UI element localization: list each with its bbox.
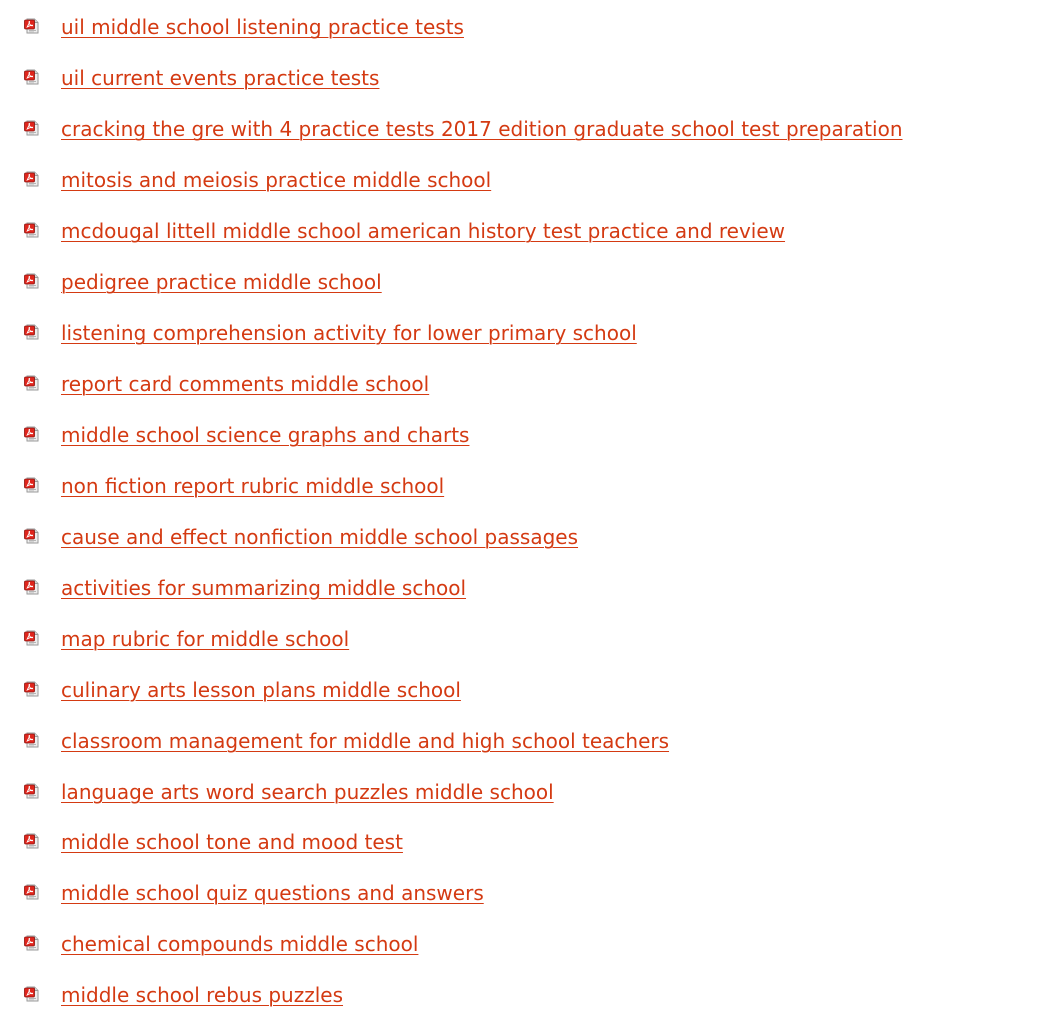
pdf-file-icon	[24, 986, 40, 1002]
pdf-file-icon	[24, 426, 40, 442]
pdf-file-icon	[24, 783, 40, 799]
list-item: uil current events practice tests	[24, 53, 1048, 104]
pdf-file-icon	[24, 884, 40, 900]
pdf-link[interactable]: middle school quiz questions and answers	[61, 881, 484, 905]
list-item: pedigree practice middle school	[24, 257, 1048, 308]
list-item: classroom management for middle and high…	[24, 715, 1048, 766]
pdf-file-icon	[24, 222, 40, 238]
pdf-file-icon	[24, 732, 40, 748]
pdf-link[interactable]: middle school rebus puzzles	[61, 983, 343, 1007]
pdf-link[interactable]: map rubric for middle school	[61, 627, 349, 651]
list-item: non fiction report rubric middle school	[24, 460, 1048, 511]
list-item: report card comments middle school	[24, 359, 1048, 410]
list-item: middle school tone and mood test	[24, 817, 1048, 868]
list-item: culinary arts lesson plans middle school	[24, 664, 1048, 715]
pdf-link[interactable]: uil middle school listening practice tes…	[61, 15, 464, 39]
pdf-file-icon	[24, 935, 40, 951]
pdf-file-icon	[24, 528, 40, 544]
pdf-file-icon	[24, 18, 40, 34]
list-item: activities for summarizing middle school	[24, 562, 1048, 613]
pdf-file-icon	[24, 273, 40, 289]
list-item: uil middle school listening practice tes…	[24, 2, 1048, 53]
list-item: mitosis and meiosis practice middle scho…	[24, 155, 1048, 206]
list-item: middle school quiz questions and answers	[24, 868, 1048, 919]
pdf-file-icon	[24, 171, 40, 187]
list-item: mcdougal littell middle school american …	[24, 206, 1048, 257]
pdf-link[interactable]: mitosis and meiosis practice middle scho…	[61, 168, 491, 192]
list-item: middle school science graphs and charts	[24, 410, 1048, 461]
pdf-file-icon	[24, 833, 40, 849]
pdf-file-icon	[24, 324, 40, 340]
pdf-file-icon	[24, 69, 40, 85]
pdf-link[interactable]: mcdougal littell middle school american …	[61, 219, 785, 243]
list-item: cause and effect nonfiction middle schoo…	[24, 511, 1048, 562]
list-item: map rubric for middle school	[24, 613, 1048, 664]
pdf-link[interactable]: chemical compounds middle school	[61, 932, 418, 956]
pdf-link[interactable]: classroom management for middle and high…	[61, 729, 669, 753]
pdf-file-icon	[24, 630, 40, 646]
list-item: chemical compounds middle school	[24, 919, 1048, 970]
pdf-link-list: uil middle school listening practice tes…	[24, 2, 1048, 1021]
pdf-file-icon	[24, 681, 40, 697]
pdf-link[interactable]: listening comprehension activity for low…	[61, 321, 637, 345]
list-item: language arts word search puzzles middle…	[24, 766, 1048, 817]
pdf-file-icon	[24, 120, 40, 136]
pdf-link[interactable]: middle school tone and mood test	[61, 830, 403, 854]
pdf-link[interactable]: middle school science graphs and charts	[61, 423, 469, 447]
pdf-link[interactable]: language arts word search puzzles middle…	[61, 780, 554, 804]
pdf-link[interactable]: pedigree practice middle school	[61, 270, 382, 294]
pdf-link[interactable]: culinary arts lesson plans middle school	[61, 678, 461, 702]
list-item: listening comprehension activity for low…	[24, 308, 1048, 359]
list-item: middle school rebus puzzles	[24, 970, 1048, 1021]
pdf-file-icon	[24, 375, 40, 391]
pdf-link[interactable]: cause and effect nonfiction middle schoo…	[61, 525, 578, 549]
pdf-link[interactable]: non fiction report rubric middle school	[61, 474, 444, 498]
pdf-link[interactable]: report card comments middle school	[61, 372, 429, 396]
pdf-file-icon	[24, 579, 40, 595]
list-item: cracking the gre with 4 practice tests 2…	[24, 104, 1048, 155]
pdf-file-icon	[24, 477, 40, 493]
pdf-link[interactable]: uil current events practice tests	[61, 66, 379, 90]
pdf-link[interactable]: activities for summarizing middle school	[61, 576, 466, 600]
pdf-link[interactable]: cracking the gre with 4 practice tests 2…	[61, 117, 903, 141]
